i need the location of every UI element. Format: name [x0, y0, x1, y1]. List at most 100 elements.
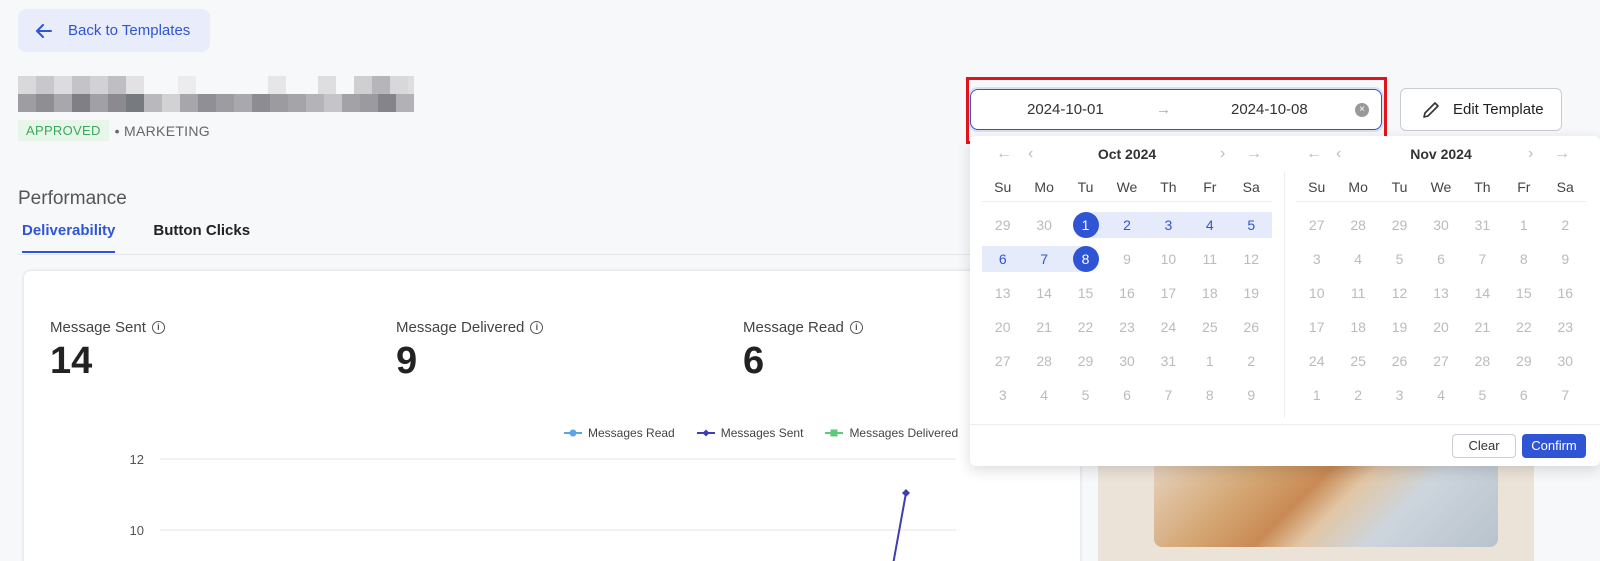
day-cell[interactable]: 14 [1023, 280, 1064, 306]
day-cell[interactable]: 15 [1503, 280, 1544, 306]
day-cell-in-range[interactable]: 3 [1147, 212, 1190, 238]
day-cell[interactable]: 1 [1503, 212, 1544, 238]
day-cell[interactable]: 1 [1296, 382, 1337, 408]
day-cell-in-range[interactable]: 4 [1189, 212, 1231, 238]
info-icon[interactable]: i [530, 321, 544, 334]
day-cell[interactable]: 25 [1189, 314, 1230, 340]
tab-deliverability[interactable]: Deliverability [22, 222, 116, 253]
next-month-icon[interactable]: › [1528, 145, 1533, 163]
day-cell-in-range[interactable]: 6 [982, 246, 1024, 272]
day-cell[interactable]: 26 [1231, 314, 1272, 340]
day-cell-selected-end[interactable]: 8 [1064, 246, 1107, 272]
day-cell[interactable]: 17 [1148, 280, 1189, 306]
day-cell[interactable]: 30 [1545, 348, 1586, 374]
day-cell[interactable]: 6 [1503, 382, 1544, 408]
day-cell[interactable]: 25 [1337, 348, 1378, 374]
day-cell[interactable]: 12 [1231, 246, 1272, 272]
day-cell-selected-start[interactable]: 1 [1064, 212, 1107, 238]
day-cell[interactable]: 13 [1420, 280, 1461, 306]
day-cell[interactable]: 21 [1462, 314, 1503, 340]
day-cell[interactable]: 5 [1379, 246, 1420, 272]
day-cell[interactable]: 24 [1148, 314, 1189, 340]
day-cell[interactable]: 10 [1296, 280, 1337, 306]
day-cell[interactable]: 23 [1106, 314, 1147, 340]
day-cell[interactable]: 15 [1065, 280, 1106, 306]
next-year-icon[interactable]: → [1554, 145, 1570, 163]
day-cell[interactable]: 4 [1023, 382, 1064, 408]
day-cell[interactable]: 2 [1545, 212, 1586, 238]
prev-month-icon[interactable]: ‹ [1336, 145, 1341, 163]
day-cell[interactable]: 19 [1379, 314, 1420, 340]
next-month-icon[interactable]: › [1220, 145, 1225, 163]
day-cell[interactable]: 11 [1189, 246, 1230, 272]
day-cell[interactable]: 10 [1148, 246, 1189, 272]
day-cell[interactable]: 28 [1023, 348, 1064, 374]
back-to-templates-button[interactable]: Back to Templates [18, 9, 210, 52]
day-cell[interactable]: 18 [1189, 280, 1230, 306]
day-cell[interactable]: 9 [1106, 246, 1147, 272]
legend-item-sent[interactable]: Messages Sent [696, 426, 803, 440]
day-cell[interactable]: 8 [1503, 246, 1544, 272]
day-cell[interactable]: 20 [1420, 314, 1461, 340]
day-cell[interactable]: 29 [1379, 212, 1420, 238]
day-cell[interactable]: 24 [1296, 348, 1337, 374]
day-cell[interactable]: 14 [1462, 280, 1503, 306]
day-cell[interactable]: 19 [1231, 280, 1272, 306]
day-cell[interactable]: 12 [1379, 280, 1420, 306]
legend-item-read[interactable]: Messages Read [564, 426, 675, 440]
day-cell[interactable]: 27 [1420, 348, 1461, 374]
day-cell-in-range[interactable]: 5 [1230, 212, 1272, 238]
info-icon[interactable]: i [849, 321, 863, 334]
next-year-icon[interactable]: → [1246, 145, 1262, 163]
day-cell[interactable]: 26 [1379, 348, 1420, 374]
day-cell[interactable]: 31 [1148, 348, 1189, 374]
clear-button[interactable]: Clear [1452, 434, 1516, 458]
prev-year-icon[interactable]: ← [996, 145, 1012, 163]
confirm-button[interactable]: Confirm [1522, 434, 1586, 458]
day-cell[interactable]: 22 [1065, 314, 1106, 340]
day-cell[interactable]: 3 [982, 382, 1023, 408]
prev-year-icon[interactable]: ← [1306, 145, 1322, 163]
day-cell[interactable]: 30 [1420, 212, 1461, 238]
legend-item-delivered[interactable]: Messages Delivered [825, 426, 958, 440]
day-cell[interactable]: 16 [1545, 280, 1586, 306]
day-cell[interactable]: 4 [1420, 382, 1461, 408]
day-cell[interactable]: 27 [1296, 212, 1337, 238]
day-cell[interactable]: 1 [1189, 348, 1230, 374]
day-cell[interactable]: 27 [982, 348, 1023, 374]
day-cell[interactable]: 4 [1337, 246, 1378, 272]
info-icon[interactable]: i [151, 321, 165, 334]
day-cell[interactable]: 6 [1106, 382, 1147, 408]
prev-month-icon[interactable]: ‹ [1028, 145, 1033, 163]
day-cell[interactable]: 5 [1462, 382, 1503, 408]
day-cell[interactable]: 31 [1462, 212, 1503, 238]
day-cell[interactable]: 28 [1337, 212, 1378, 238]
day-cell[interactable]: 30 [1023, 212, 1064, 238]
day-cell[interactable]: 16 [1106, 280, 1147, 306]
day-cell[interactable]: 29 [1065, 348, 1106, 374]
day-cell[interactable]: 29 [1503, 348, 1544, 374]
day-cell[interactable]: 17 [1296, 314, 1337, 340]
day-cell[interactable]: 23 [1545, 314, 1586, 340]
day-cell[interactable]: 9 [1545, 246, 1586, 272]
day-cell[interactable]: 7 [1148, 382, 1189, 408]
day-cell[interactable]: 9 [1231, 382, 1272, 408]
day-cell[interactable]: 13 [982, 280, 1023, 306]
day-cell[interactable]: 29 [982, 212, 1023, 238]
day-cell[interactable]: 18 [1337, 314, 1378, 340]
edit-template-button[interactable]: Edit Template [1400, 88, 1562, 131]
day-cell[interactable]: 2 [1231, 348, 1272, 374]
day-cell[interactable]: 21 [1023, 314, 1064, 340]
day-cell[interactable]: 2 [1337, 382, 1378, 408]
day-cell[interactable]: 5 [1065, 382, 1106, 408]
day-cell[interactable]: 7 [1462, 246, 1503, 272]
day-cell-in-range[interactable]: 7 [1023, 246, 1065, 272]
day-cell[interactable]: 22 [1503, 314, 1544, 340]
day-cell[interactable]: 6 [1420, 246, 1461, 272]
day-cell[interactable]: 3 [1296, 246, 1337, 272]
day-cell[interactable]: 30 [1106, 348, 1147, 374]
tab-button-clicks[interactable]: Button Clicks [153, 222, 250, 253]
day-cell[interactable]: 20 [982, 314, 1023, 340]
day-cell[interactable]: 7 [1545, 382, 1586, 408]
day-cell[interactable]: 8 [1189, 382, 1230, 408]
